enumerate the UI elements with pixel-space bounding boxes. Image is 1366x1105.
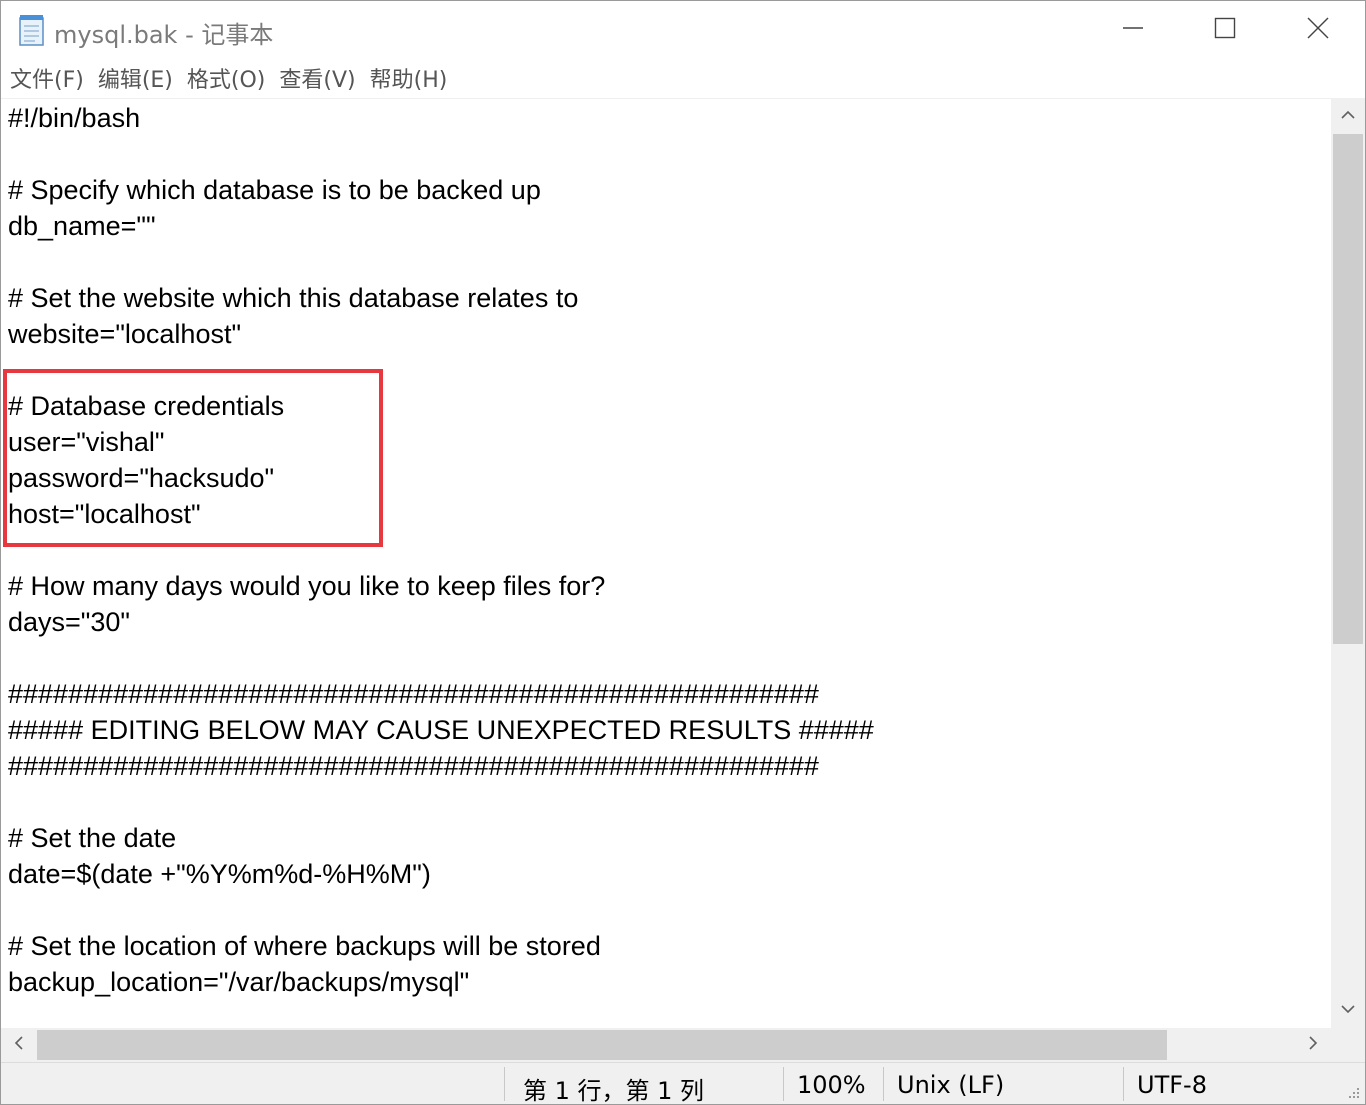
menu-format[interactable]: 格式(O) bbox=[187, 62, 265, 94]
text-line: # How many days would you like to keep f… bbox=[8, 571, 606, 601]
menu-help[interactable]: 帮助(H) bbox=[370, 62, 448, 94]
close-icon bbox=[1307, 17, 1329, 44]
text-editor[interactable]: #!/bin/bash # Specify which database is t… bbox=[1, 98, 1331, 1028]
scroll-up-button[interactable] bbox=[1331, 98, 1365, 134]
text-line: password="hacksudo" bbox=[8, 463, 275, 493]
maximize-button[interactable] bbox=[1179, 1, 1271, 59]
text-line: ########################################… bbox=[8, 751, 819, 781]
text-line: db_name="" bbox=[8, 211, 156, 241]
chevron-right-icon bbox=[1308, 1035, 1318, 1055]
chevron-down-icon bbox=[1341, 1001, 1355, 1019]
status-divider bbox=[783, 1067, 784, 1101]
notepad-window: mysql.bak - 记事本 文件(F) 编辑(E) 格式(O) 查看(V) … bbox=[0, 0, 1366, 1105]
status-zoom: 100% bbox=[797, 1071, 866, 1099]
menu-bar: 文件(F) 编辑(E) 格式(O) 查看(V) 帮助(H) bbox=[1, 59, 1365, 97]
close-button[interactable] bbox=[1272, 1, 1364, 59]
vertical-scrollbar[interactable] bbox=[1331, 98, 1365, 1028]
text-line: # Set the website which this database re… bbox=[8, 283, 579, 313]
title-bar[interactable]: mysql.bak - 记事本 bbox=[1, 1, 1365, 59]
scroll-right-button[interactable] bbox=[1295, 1028, 1331, 1062]
scroll-left-button[interactable] bbox=[1, 1028, 37, 1062]
text-line: website="localhost" bbox=[8, 319, 242, 349]
status-bar: 第 1 行，第 1 列 100% Unix (LF) UTF-8 bbox=[1, 1062, 1365, 1105]
text-line: days="30" bbox=[8, 607, 131, 637]
window-title: mysql.bak - 记事本 bbox=[54, 21, 274, 49]
text-line: # Set the location of where backups will… bbox=[8, 931, 601, 961]
scroll-down-button[interactable] bbox=[1331, 992, 1365, 1028]
menu-view[interactable]: 查看(V) bbox=[279, 62, 355, 94]
maximize-icon bbox=[1214, 17, 1236, 44]
text-line: # Set the date bbox=[8, 823, 177, 853]
text-line: # Database credentials bbox=[8, 391, 285, 421]
status-divider bbox=[883, 1067, 884, 1101]
text-line: # Specify which database is to be backed… bbox=[8, 175, 541, 205]
text-line: user="vishal" bbox=[8, 427, 165, 457]
status-line-ending: Unix (LF) bbox=[897, 1071, 1005, 1099]
status-cursor-position: 第 1 行，第 1 列 bbox=[523, 1077, 705, 1105]
resize-grip-icon[interactable] bbox=[1345, 1084, 1361, 1100]
status-divider bbox=[1123, 1067, 1124, 1101]
text-line: ########################################… bbox=[8, 679, 819, 709]
notepad-icon bbox=[17, 14, 47, 46]
vertical-scroll-thumb[interactable] bbox=[1333, 134, 1363, 644]
scrollbar-corner bbox=[1331, 1028, 1365, 1062]
text-line: host="localhost" bbox=[8, 499, 201, 529]
horizontal-scrollbar[interactable] bbox=[1, 1028, 1331, 1062]
status-divider bbox=[504, 1067, 505, 1101]
chevron-left-icon bbox=[14, 1035, 24, 1055]
text-line: #!/bin/bash bbox=[8, 103, 141, 133]
text-line: backup_location="/var/backups/mysql" bbox=[8, 967, 470, 997]
text-line: ##### EDITING BELOW MAY CAUSE UNEXPECTED… bbox=[8, 715, 874, 745]
text-line: date=$(date +"%Y%m%d-%H%M") bbox=[8, 859, 431, 889]
minimize-icon bbox=[1122, 17, 1144, 44]
status-encoding: UTF-8 bbox=[1137, 1071, 1207, 1099]
horizontal-scroll-thumb[interactable] bbox=[37, 1030, 1167, 1060]
minimize-button[interactable] bbox=[1087, 1, 1179, 59]
chevron-up-icon bbox=[1341, 107, 1355, 125]
menu-edit[interactable]: 编辑(E) bbox=[98, 62, 173, 94]
menu-file[interactable]: 文件(F) bbox=[10, 62, 84, 94]
